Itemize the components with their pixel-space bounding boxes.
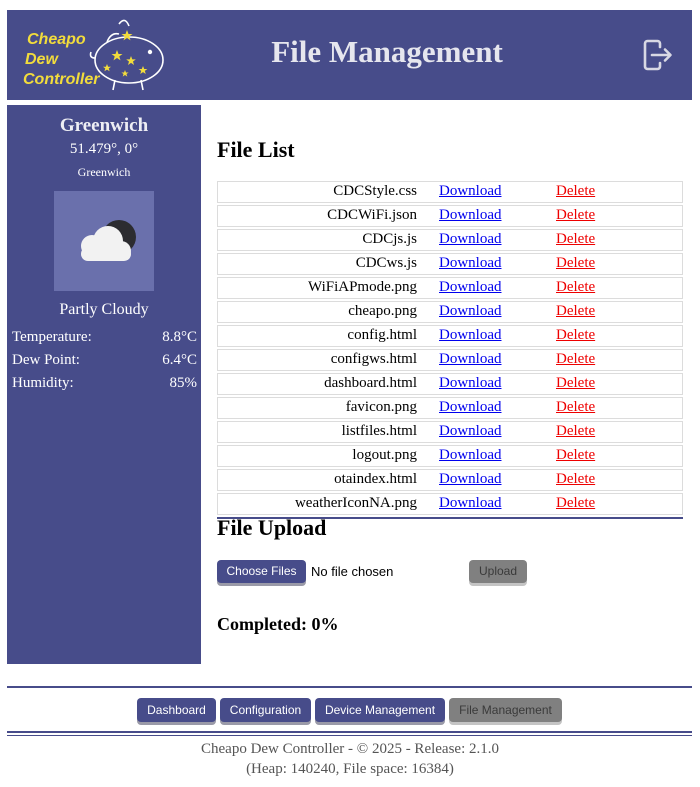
location-subtitle: Greenwich bbox=[77, 165, 131, 179]
dew-point-label: Dew Point: bbox=[12, 352, 80, 368]
file-row: favicon.png Download Delete bbox=[217, 397, 683, 419]
humidity-value: 85% bbox=[169, 375, 198, 391]
file-name: CDCjs.js bbox=[362, 231, 417, 247]
download-link[interactable]: Download bbox=[439, 350, 502, 369]
delete-link[interactable]: Delete bbox=[556, 326, 595, 345]
download-link[interactable]: Download bbox=[439, 326, 502, 345]
file-row: CDCws.js Download Delete bbox=[217, 253, 683, 275]
humidity-label: Humidity: bbox=[12, 375, 74, 391]
download-link[interactable]: Download bbox=[439, 206, 502, 225]
download-link[interactable]: Download bbox=[439, 182, 502, 201]
weather-icon-box bbox=[54, 191, 154, 291]
file-name: config.html bbox=[347, 327, 417, 343]
delete-link[interactable]: Delete bbox=[556, 398, 595, 417]
file-row: dashboard.html Download Delete bbox=[217, 373, 683, 395]
footer-release-text: Cheapo Dew Controller - © 2025 - Release… bbox=[201, 741, 499, 757]
file-name: logout.png bbox=[352, 447, 417, 463]
file-row: CDCStyle.css Download Delete bbox=[217, 181, 683, 203]
file-list-table: CDCStyle.css Download Delete CDCWiFi.json Do… bbox=[217, 181, 683, 519]
nav-device-management-button[interactable]: Device Management bbox=[315, 698, 445, 722]
file-row: CDCWiFi.json Download Delete bbox=[217, 205, 683, 227]
delete-link[interactable]: Delete bbox=[556, 254, 595, 273]
file-name: CDCws.js bbox=[355, 255, 417, 271]
nav-dashboard-button[interactable]: Dashboard bbox=[137, 698, 216, 722]
file-name: CDCStyle.css bbox=[333, 183, 417, 199]
weather-sidebar: Greenwich 51.479°, 0° Greenwich Partly C… bbox=[7, 105, 201, 664]
delete-link[interactable]: Delete bbox=[556, 422, 595, 441]
download-link[interactable]: Download bbox=[439, 494, 502, 513]
logout-icon[interactable] bbox=[640, 38, 674, 72]
file-row: config.html Download Delete bbox=[217, 325, 683, 347]
cheapo-logo: Cheapo Dew Controller bbox=[7, 10, 177, 100]
location-coordinates: 51.479°, 0° bbox=[69, 141, 139, 157]
download-link[interactable]: Download bbox=[439, 398, 502, 417]
file-row: logout.png Download Delete bbox=[217, 445, 683, 467]
file-name: listfiles.html bbox=[341, 423, 417, 439]
file-name: cheapo.png bbox=[348, 303, 417, 319]
choose-files-button[interactable]: Choose Files bbox=[217, 560, 306, 583]
download-link[interactable]: Download bbox=[439, 470, 502, 489]
file-name: weatherIconNA.png bbox=[294, 495, 417, 511]
delete-link[interactable]: Delete bbox=[556, 182, 595, 201]
nav-bottom-divider bbox=[7, 731, 692, 733]
file-row: cheapo.png Download Delete bbox=[217, 301, 683, 323]
download-link[interactable]: Download bbox=[439, 230, 502, 249]
file-row: WiFiAPmode.png Download Delete bbox=[217, 277, 683, 299]
file-name: dashboard.html bbox=[324, 375, 417, 391]
delete-link[interactable]: Delete bbox=[556, 302, 595, 321]
file-name: WiFiAPmode.png bbox=[308, 279, 417, 295]
delete-link[interactable]: Delete bbox=[556, 206, 595, 225]
dew-point-value: 6.4°C bbox=[162, 352, 197, 368]
nav-configuration-button[interactable]: Configuration bbox=[220, 698, 311, 722]
page-title: File Management bbox=[271, 34, 503, 69]
file-name: otaindex.html bbox=[334, 471, 417, 487]
download-link[interactable]: Download bbox=[439, 374, 502, 393]
file-name: configws.html bbox=[330, 351, 417, 367]
nav-top-divider bbox=[7, 686, 692, 688]
upload-button[interactable]: Upload bbox=[469, 560, 527, 583]
delete-link[interactable]: Delete bbox=[556, 350, 595, 369]
footer-memory-text: (Heap: 140240, File space: 16384) bbox=[246, 761, 454, 777]
file-row: CDCjs.js Download Delete bbox=[217, 229, 683, 251]
nav-file-management-button[interactable]: File Management bbox=[449, 698, 562, 722]
partly-cloudy-night-icon bbox=[81, 220, 136, 261]
download-link[interactable]: Download bbox=[439, 422, 502, 441]
logo-line-2: Dew bbox=[25, 51, 58, 68]
file-row: configws.html Download Delete bbox=[217, 349, 683, 371]
file-name: CDCWiFi.json bbox=[327, 207, 417, 223]
logo-line-1: Cheapo bbox=[27, 31, 86, 48]
file-row: otaindex.html Download Delete bbox=[217, 469, 683, 491]
delete-link[interactable]: Delete bbox=[556, 374, 595, 393]
file-name: favicon.png bbox=[345, 399, 417, 415]
download-link[interactable]: Download bbox=[439, 254, 502, 273]
delete-link[interactable]: Delete bbox=[556, 470, 595, 489]
file-row: weatherIconNA.png Download Delete bbox=[217, 493, 683, 515]
file-list-heading: File List bbox=[217, 137, 295, 162]
no-file-chosen-text: No file chosen bbox=[311, 564, 394, 579]
file-row: listfiles.html Download Delete bbox=[217, 421, 683, 443]
nav-bottom-divider-thin bbox=[7, 735, 692, 736]
delete-link[interactable]: Delete bbox=[556, 494, 595, 513]
download-link[interactable]: Download bbox=[439, 446, 502, 465]
upload-progress-text: Completed: 0% bbox=[217, 614, 339, 634]
download-link[interactable]: Download bbox=[439, 278, 502, 297]
download-link[interactable]: Download bbox=[439, 302, 502, 321]
location-name: Greenwich bbox=[59, 115, 149, 136]
file-upload-heading: File Upload bbox=[217, 515, 327, 540]
weather-condition: Partly Cloudy bbox=[59, 301, 149, 318]
logo-line-3: Controller bbox=[23, 71, 100, 88]
temperature-label: Temperature: bbox=[12, 329, 92, 345]
delete-link[interactable]: Delete bbox=[556, 446, 595, 465]
header-bar: Cheapo Dew Controller File Management bbox=[7, 10, 692, 100]
temperature-value: 8.8°C bbox=[162, 329, 197, 345]
delete-link[interactable]: Delete bbox=[556, 230, 595, 249]
delete-link[interactable]: Delete bbox=[556, 278, 595, 297]
